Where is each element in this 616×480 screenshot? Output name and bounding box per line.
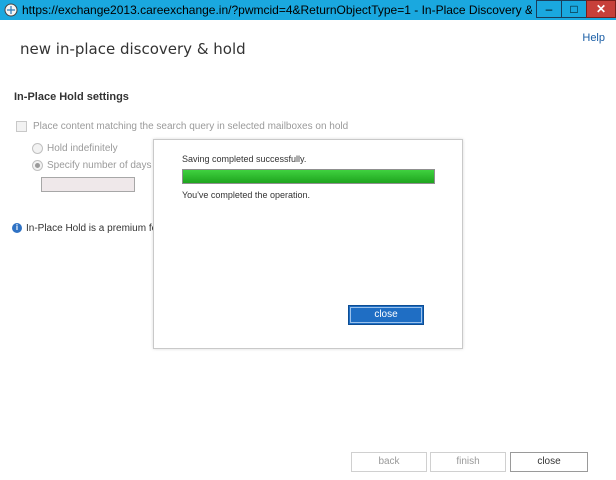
status-text: Saving completed successfully. [182, 154, 307, 164]
back-button[interactable]: back [351, 452, 427, 472]
progress-bar [182, 169, 435, 184]
hold-checkbox-label: Place content matching the search query … [33, 121, 349, 133]
hold-checkbox[interactable] [16, 121, 27, 132]
window-title: https://exchange2013.careexchange.in/?pw… [22, 3, 532, 17]
info-text: In-Place Hold is a premium featu [26, 223, 156, 234]
info-icon: i [12, 223, 22, 233]
browser-icon [4, 3, 18, 17]
dialog-close-button[interactable]: close [348, 305, 424, 325]
section-title: In-Place Hold settings [14, 91, 129, 103]
option-indefinite-label: Hold indefinitely [47, 143, 118, 155]
progress-fill [183, 170, 434, 183]
option-hold-indefinitely[interactable]: Hold indefinitely [32, 143, 118, 154]
minimize-button[interactable]: – [536, 0, 562, 18]
hold-checkbox-row[interactable]: Place content matching the search query … [16, 121, 348, 132]
page-title: new in-place discovery & hold [20, 40, 246, 58]
help-link[interactable]: Help [582, 32, 605, 44]
window-titlebar: https://exchange2013.careexchange.in/?pw… [0, 0, 616, 20]
close-button[interactable]: close [510, 452, 588, 472]
completion-message: You've completed the operation. [182, 190, 310, 200]
radio-hold-indefinitely[interactable] [32, 143, 43, 154]
close-window-button[interactable]: ✕ [586, 0, 616, 18]
radio-specify-days[interactable] [32, 160, 43, 171]
days-input[interactable] [41, 177, 135, 192]
save-status-dialog: Saving completed successfully. You've co… [153, 139, 463, 349]
maximize-button[interactable]: □ [561, 0, 587, 18]
option-specify-days[interactable]: Specify number of days to h [32, 160, 171, 171]
finish-button[interactable]: finish [430, 452, 506, 472]
